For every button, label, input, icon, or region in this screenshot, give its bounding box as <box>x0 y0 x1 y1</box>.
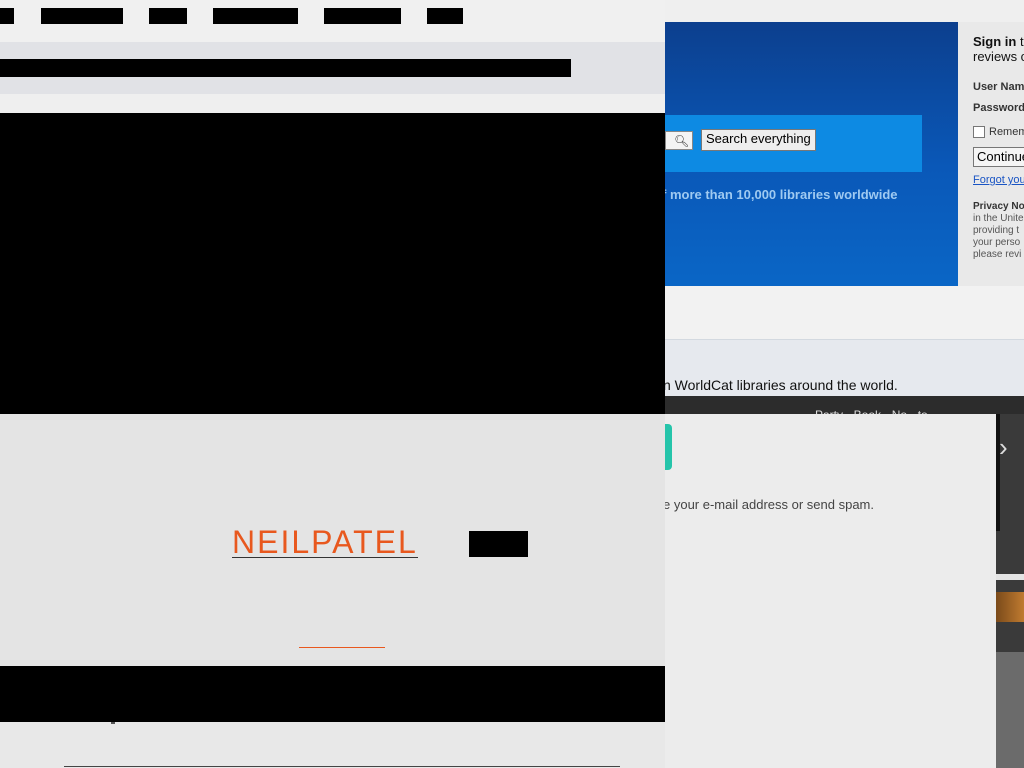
search-everything-button[interactable]: Search everything <box>701 129 816 151</box>
newsletter-disclaimer: e your e-mail address or send spam. <box>663 497 874 512</box>
spacer <box>0 94 665 113</box>
teal-signup-button[interactable] <box>665 424 672 470</box>
worldcat-mid-section <box>665 286 1024 340</box>
neilpatel-logo[interactable]: NEILPATEL <box>232 526 418 558</box>
privacy-line: please revi <box>973 249 1022 260</box>
signin-title-line2: reviews c <box>973 49 1024 64</box>
nav-item-redacted[interactable] <box>324 8 401 24</box>
nav-item-redacted[interactable] <box>213 8 298 24</box>
chevron-right-icon[interactable]: › <box>999 432 1008 463</box>
carousel-thumbnail[interactable] <box>996 592 1024 622</box>
bottom-rule <box>64 766 620 767</box>
banner-text-redacted <box>0 59 571 77</box>
privacy-title: Privacy No <box>973 201 1024 212</box>
remember-checkbox[interactable] <box>973 126 985 139</box>
neilpatel-bottom <box>0 722 665 768</box>
logo-badge-redacted <box>469 531 528 557</box>
forgot-password-link[interactable]: Forgot you <box>973 174 1024 186</box>
carousel-divider <box>996 574 1024 580</box>
privacy-line: providing t <box>973 225 1020 236</box>
remember-label: Remem <box>989 126 1024 138</box>
username-label: User Nam <box>973 81 1024 93</box>
carousel-thumbnail[interactable] <box>996 652 1024 768</box>
signin-title-bold: Sign in <box>973 34 1017 49</box>
signin-title-rest: t <box>1016 34 1024 49</box>
orange-divider <box>299 647 385 648</box>
nav-item-redacted[interactable] <box>149 8 187 24</box>
magnifier-icon[interactable]: 🔍︎ <box>674 134 689 148</box>
neilpatel-nav <box>0 0 665 42</box>
signin-title: Sign in t reviews c <box>973 34 1024 64</box>
neilpatel-banner <box>0 42 665 94</box>
nav-item-redacted[interactable] <box>41 8 123 24</box>
worldcat-strip-text: n WorldCat libraries around the world. <box>663 377 898 393</box>
nav-item-redacted[interactable] <box>0 8 14 24</box>
continue-button[interactable]: Continue <box>973 147 1024 167</box>
worldcat-hero-text: f more than 10,000 libraries worldwide <box>662 187 898 202</box>
newsletter-panel <box>665 414 996 768</box>
privacy-line: in the Unite <box>973 213 1024 224</box>
signin-panel: Sign in t reviews c User Nam Password Re… <box>958 22 1024 286</box>
password-label: Password <box>973 102 1024 114</box>
image-carousel-strip: › <box>996 414 1024 768</box>
bottom-mark <box>111 722 115 724</box>
video-area-redacted[interactable] <box>0 113 665 414</box>
privacy-line: your perso <box>973 237 1021 248</box>
privacy-notice: Privacy No in the Unite providing t your… <box>973 201 1024 261</box>
worldcat-dark-bar: Party · Book · No · to <box>665 396 1024 422</box>
nav-item-redacted[interactable] <box>427 8 463 24</box>
remember-me[interactable]: Remem <box>973 126 1024 139</box>
worldcat-search-input[interactable]: 🔍︎ <box>665 131 693 150</box>
footer-bar-redacted <box>0 666 665 722</box>
